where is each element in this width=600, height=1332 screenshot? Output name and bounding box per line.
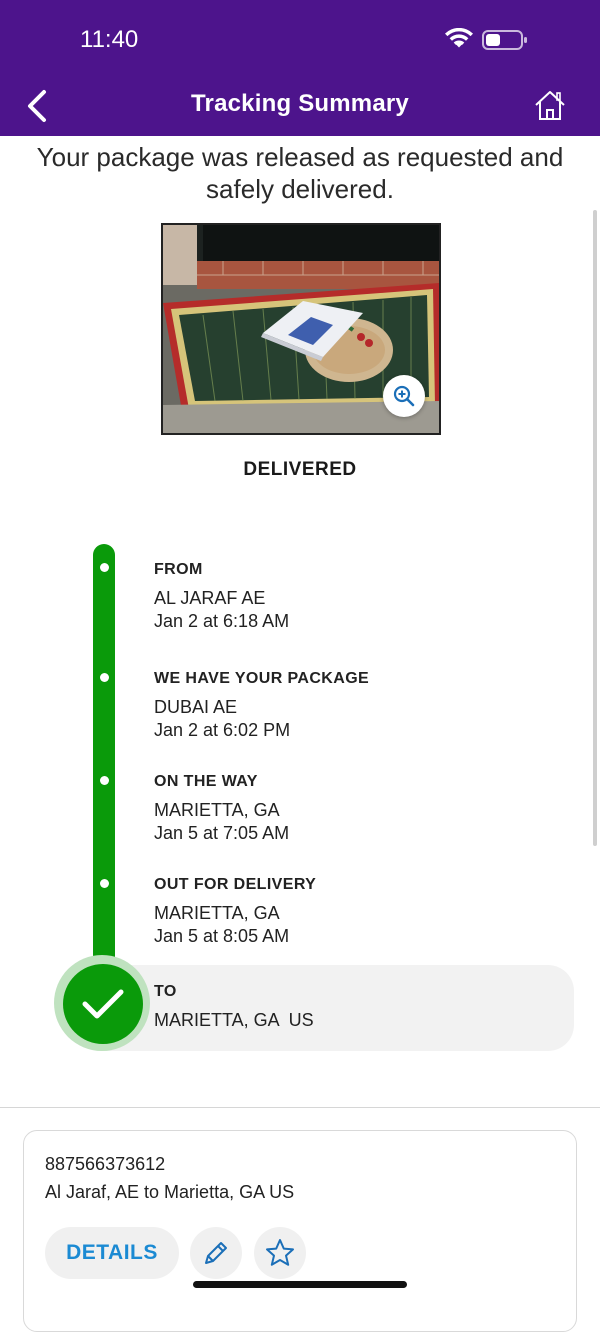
delivered-marker [63, 964, 143, 1044]
timeline-step-from: FROM AL JARAF AE Jan 2 at 6:18 AM [154, 561, 289, 633]
edit-nickname-button[interactable] [190, 1227, 242, 1279]
step-title: WE HAVE YOUR PACKAGE [154, 670, 370, 687]
page-title: Tracking Summary [191, 90, 409, 117]
step-time: Jan 5 at 8:05 AM [154, 926, 290, 946]
status-time: 11:40 [80, 26, 139, 53]
step-title: TO [154, 983, 177, 1000]
zoom-photo-button[interactable] [383, 375, 425, 417]
step-location: MARIETTA, GA [154, 800, 280, 820]
divider [0, 1107, 600, 1108]
pencil-icon [205, 1242, 227, 1264]
shipment-route: Al Jaraf, AE to Marietta, GA US [45, 1182, 295, 1202]
battery-icon [482, 30, 527, 50]
timeline-dot [100, 879, 109, 888]
step-title: OUT FOR DELIVERY [154, 876, 317, 893]
step-location: MARIETTA, GA [154, 903, 280, 923]
step-title: ON THE WAY [154, 773, 258, 790]
timeline-step-on-the-way: ON THE WAY MARIETTA, GA Jan 5 at 7:05 AM [154, 773, 289, 845]
timeline-step-received: WE HAVE YOUR PACKAGE DUBAI AE Jan 2 at 6… [154, 670, 369, 742]
star-icon [266, 1239, 294, 1266]
app-header: 11:40 Tracking Summary [0, 0, 600, 136]
step-time: Jan 5 at 7:05 AM [154, 823, 290, 843]
step-location: MARIETTA, GA US [154, 1010, 314, 1030]
details-button[interactable]: DETAILS [45, 1227, 179, 1279]
step-time: Jan 2 at 6:02 PM [154, 720, 291, 740]
delivery-message: Your package was released as requested a… [36, 142, 564, 204]
delivery-status: DELIVERED [243, 459, 357, 480]
wifi-icon [445, 28, 473, 48]
home-icon[interactable] [533, 88, 567, 122]
timeline-dot [100, 673, 109, 682]
favorite-button[interactable] [254, 1227, 306, 1279]
tracking-number: 887566373612 [45, 1154, 166, 1174]
step-time: Jan 2 at 6:18 AM [154, 611, 290, 631]
zoom-in-icon [393, 385, 415, 407]
checkmark-icon [82, 989, 124, 1019]
timeline-step-out-for-delivery: OUT FOR DELIVERY MARIETTA, GA Jan 5 at 8… [154, 876, 316, 948]
timeline-dot [100, 563, 109, 572]
step-location: DUBAI AE [154, 697, 238, 717]
home-indicator[interactable] [193, 1281, 407, 1288]
scrollbar[interactable] [593, 210, 597, 846]
step-location: AL JARAF AE [154, 588, 266, 608]
timeline-dot [100, 776, 109, 785]
step-title: FROM [154, 561, 203, 578]
timeline-step-to: TO MARIETTA, GA US [154, 983, 314, 1032]
